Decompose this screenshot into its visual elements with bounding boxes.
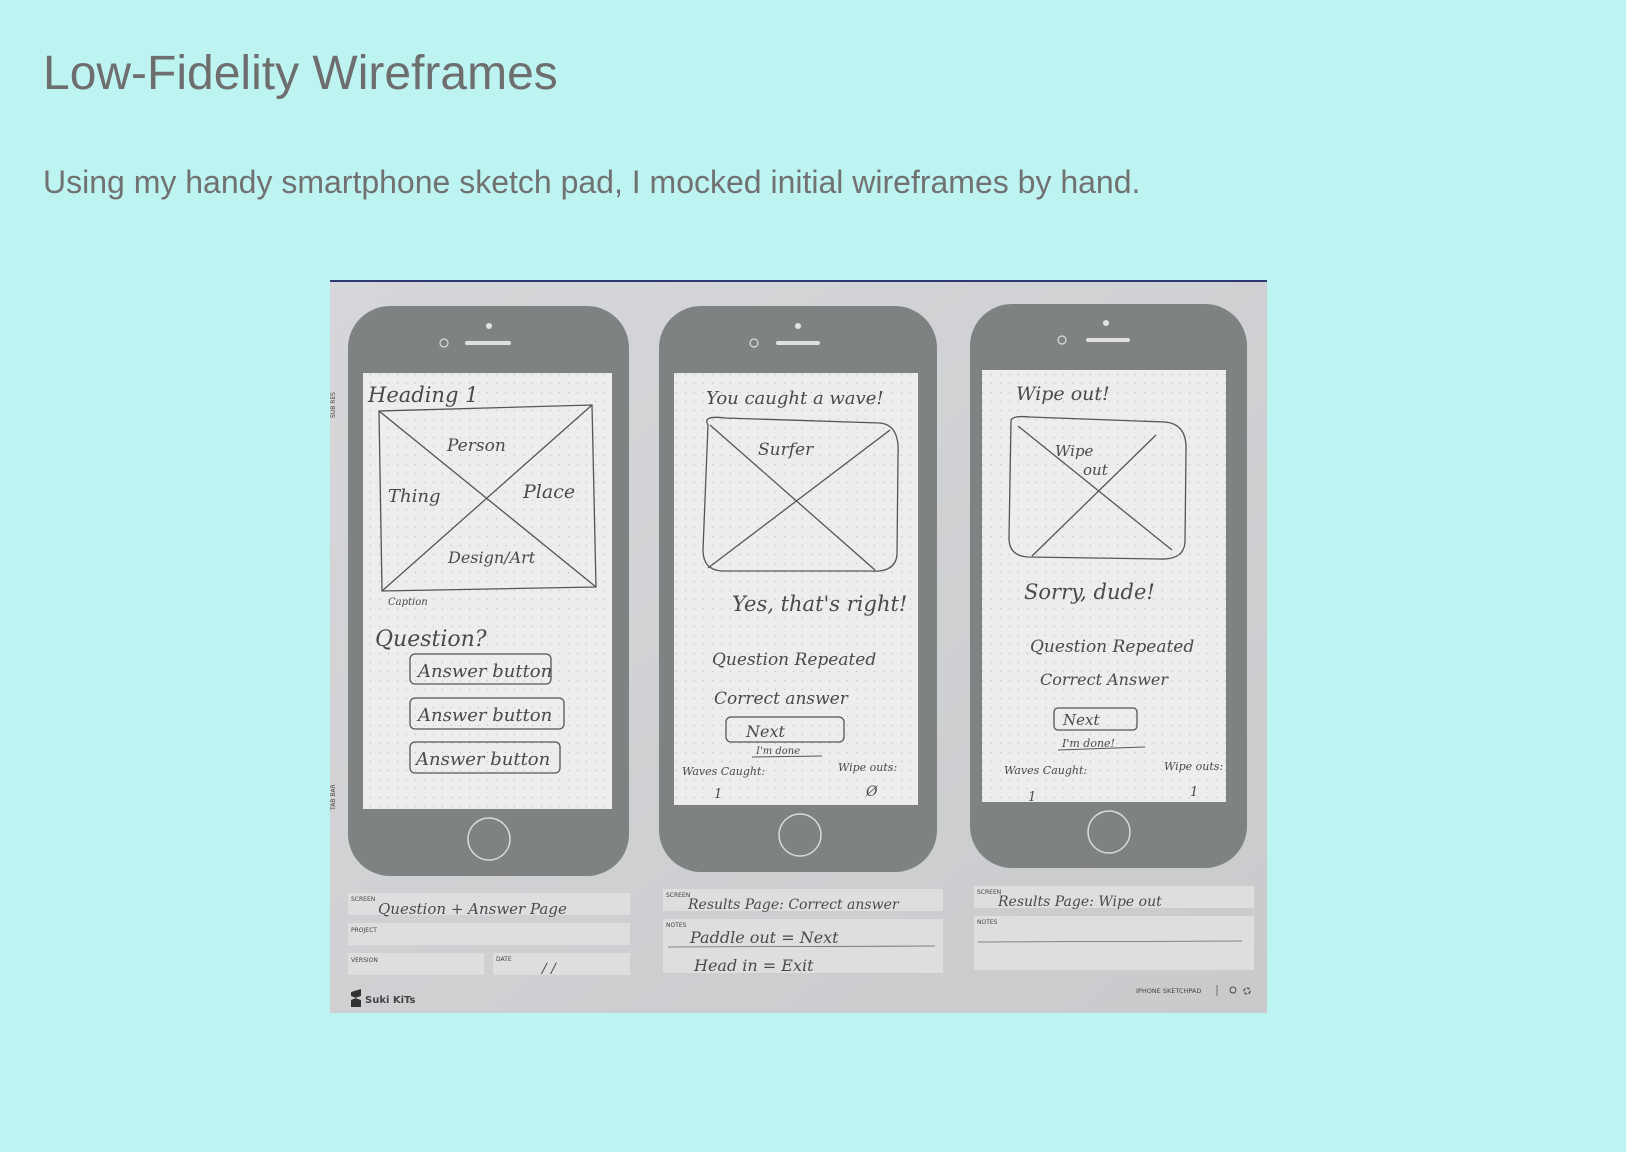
placeholder-label-thing: Thing	[388, 486, 440, 507]
form3-screen-value: Results Page: Wipe out	[997, 894, 1162, 910]
placeholder-label-person: Person	[446, 436, 506, 456]
placeholder-label-wipe: Wipe	[1055, 442, 1094, 460]
form2-screen-value: Results Page: Correct answer	[687, 897, 900, 913]
screen3-answer-line: Correct Answer	[1040, 670, 1169, 689]
form-block-2: SCREEN Results Page: Correct answer NOTE…	[663, 889, 943, 975]
screen3-heading: Wipe out!	[1016, 383, 1110, 405]
form2-note-1: Paddle out = Next	[689, 928, 839, 947]
side-mark-sub: SUB RES	[330, 392, 337, 418]
placeholder-label-design: Design/Art	[447, 548, 536, 567]
screen2-question-line: Question Repeated	[712, 650, 876, 670]
waves-caught-value-2: 1	[714, 787, 722, 802]
screen2-heading: You caught a wave!	[706, 388, 884, 409]
form2-notes-label: NOTES	[666, 922, 687, 929]
placeholder-label-surfer: Surfer	[758, 440, 814, 460]
form1-screen-label: SCREEN	[351, 896, 375, 903]
side-mark-tab: TAB BAR	[330, 784, 337, 811]
wipeouts-value-3: 1	[1190, 785, 1198, 800]
placeholder-label-place: Place	[522, 481, 575, 503]
wireframe-sketch-photo: SUB RES TAB BAR Heading 1 Person Thing P…	[330, 280, 1267, 1013]
answer-button-label-3: Answer button	[414, 749, 550, 770]
page: Low-Fidelity Wireframes Using my handy s…	[0, 0, 1626, 1152]
done-link-2: I'm done	[755, 746, 800, 757]
form1-screen-value: Question + Answer Page	[378, 900, 567, 918]
screen3-question-line: Question Repeated	[1030, 637, 1194, 657]
next-button-label-3: Next	[1062, 711, 1100, 729]
phone-sketch-3: Wipe out! Wipe out Sorry, dude! Question…	[970, 304, 1247, 868]
form1-version-label: VERSION	[351, 957, 378, 964]
page-title: Low-Fidelity Wireframes	[43, 47, 558, 100]
answer-button-label-2: Answer button	[416, 705, 552, 726]
form1-date-value: / /	[540, 961, 557, 977]
next-button-label-2: Next	[745, 722, 785, 741]
screen1-caption: Caption	[388, 597, 428, 608]
wipeouts-label-2: Wipe outs:	[838, 761, 897, 774]
placeholder-label-out: out	[1083, 461, 1109, 479]
brand-name: Suki KiTs	[365, 995, 416, 1006]
screen3-feedback: Sorry, dude!	[1024, 580, 1155, 604]
waves-caught-label-2: Waves Caught:	[682, 765, 765, 778]
form2-screen-label: SCREEN	[666, 892, 690, 899]
form2-note-2: Head in = Exit	[693, 956, 814, 975]
wipeouts-value-2: Ø	[865, 784, 878, 800]
phone-sketch-2: You caught a wave! Surfer Yes, that's ri…	[659, 306, 937, 872]
screen2-feedback: Yes, that's right!	[732, 592, 907, 616]
wipeouts-label-3: Wipe outs:	[1164, 760, 1223, 773]
form-block-3: SCREEN Results Page: Wipe out NOTES	[974, 886, 1254, 970]
waves-caught-value-3: 1	[1028, 790, 1036, 805]
waves-caught-label-3: Waves Caught:	[1004, 764, 1087, 777]
screen1-heading: Heading 1	[367, 383, 478, 407]
screen1-question: Question?	[375, 627, 487, 652]
form3-notes-label: NOTES	[977, 919, 998, 926]
phone-sketch-1: Heading 1 Person Thing Place Design/Art …	[348, 306, 629, 876]
form1-project-label: PROJECT	[351, 927, 377, 934]
answer-button-label-1: Answer button	[416, 661, 552, 682]
form1-date-label: DATE	[496, 956, 512, 963]
product-name: IPHONE SKETCHPAD	[1136, 987, 1201, 995]
screen2-answer-line: Correct answer	[714, 689, 849, 709]
intro-text: Using my handy smartphone sketch pad, I …	[43, 164, 1141, 200]
